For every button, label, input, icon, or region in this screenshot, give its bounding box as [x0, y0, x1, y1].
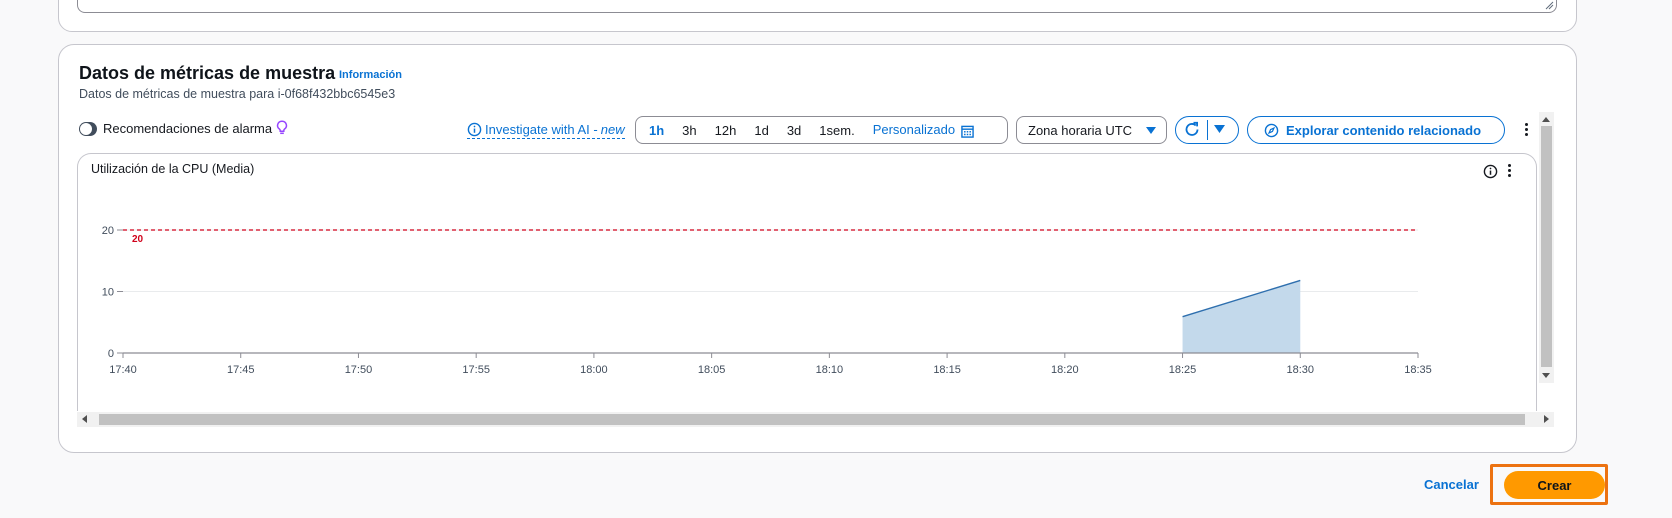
- create-button[interactable]: Crear: [1504, 471, 1605, 499]
- cpu-utilization-widget: Utilización de la CPU (Media) 0 10 20 17:40…: [77, 153, 1537, 411]
- panel-more-actions-icon[interactable]: [1525, 123, 1529, 137]
- panel-subtitle: Datos de métricas de muestra para i-0f68…: [79, 87, 396, 101]
- range-option-1h[interactable]: 1h: [636, 123, 673, 138]
- horizontal-scrollbar[interactable]: [77, 412, 1554, 427]
- alarm-recommendations-label: Recomendaciones de alarma: [103, 121, 273, 136]
- timezone-label: Zona horaria UTC: [1028, 122, 1133, 138]
- range-option-3h[interactable]: 3h: [673, 123, 705, 138]
- y-tick-label: 0: [108, 348, 114, 360]
- x-tick-label: 18:15: [933, 364, 961, 376]
- info-link[interactable]: Información: [339, 69, 402, 81]
- resize-grip-icon[interactable]: [1544, 0, 1554, 10]
- x-tick-label: 18:30: [1287, 364, 1315, 376]
- custom-range-label: Personalizado: [872, 122, 956, 138]
- timezone-select[interactable]: Zona horaria UTC: [1016, 116, 1167, 144]
- range-option-custom[interactable]: Personalizado: [864, 122, 983, 137]
- vertical-scrollbar[interactable]: [1539, 112, 1554, 383]
- refresh-icon[interactable]: [1183, 121, 1201, 139]
- explore-related-button[interactable]: Explorar contenido relacionado: [1247, 116, 1505, 144]
- refresh-divider: [1207, 120, 1208, 140]
- time-range-selector: 1h 3h 12h 1d 3d 1sem. Personalizado: [635, 116, 1008, 144]
- x-tick-label: 18:05: [698, 364, 726, 376]
- x-tick-label: 18:35: [1404, 364, 1432, 376]
- x-tick-label: 18:20: [1051, 364, 1079, 376]
- sample-metrics-panel: Datos de métricas de muestra Información…: [58, 44, 1577, 453]
- horizontal-scroll-thumb[interactable]: [99, 414, 1525, 425]
- x-tick-label: 17:55: [462, 364, 490, 376]
- range-option-12h[interactable]: 12h: [706, 123, 746, 138]
- cancel-button[interactable]: Cancelar: [1424, 477, 1479, 492]
- investigate-with-ai-link[interactable]: Investigate with AI - new: [467, 120, 625, 139]
- caret-down-icon: [1146, 127, 1156, 134]
- threshold-label: 20: [132, 234, 144, 245]
- x-tick-label: 17:45: [227, 364, 255, 376]
- new-badge: new: [600, 121, 625, 137]
- cpu-chart: 0 10 20 17:40 17:45 17:50 17:55 18:00 18:05 18:10…: [102, 225, 1432, 376]
- x-tick-label: 18:25: [1169, 364, 1197, 376]
- x-tick-label: 18:00: [580, 364, 608, 376]
- compass-icon: [1264, 123, 1279, 137]
- refresh-options-caret-icon[interactable]: [1214, 125, 1225, 133]
- scroll-left-arrow-icon[interactable]: [82, 415, 87, 423]
- description-textarea[interactable]: [77, 0, 1557, 13]
- refresh-button-group: [1175, 116, 1239, 144]
- scroll-down-arrow-icon[interactable]: [1542, 373, 1550, 378]
- investigate-label: Investigate with AI -: [485, 121, 598, 137]
- range-option-1w[interactable]: 1sem.: [810, 123, 863, 138]
- y-tick-label: 10: [102, 287, 114, 299]
- range-option-3d[interactable]: 3d: [778, 123, 810, 138]
- alarm-recommendations-toggle[interactable]: [79, 122, 97, 136]
- info-circle-icon: [467, 122, 482, 136]
- range-option-1d[interactable]: 1d: [745, 123, 777, 138]
- previous-section-card: [58, 0, 1577, 32]
- y-tick-label: 20: [102, 225, 114, 237]
- x-tick-label: 17:50: [345, 364, 373, 376]
- scroll-up-arrow-icon[interactable]: [1542, 117, 1550, 122]
- vertical-scroll-thumb[interactable]: [1541, 126, 1552, 367]
- panel-title: Datos de métricas de muestra: [79, 63, 336, 83]
- scroll-right-arrow-icon[interactable]: [1544, 415, 1549, 423]
- x-tick-label: 18:10: [816, 364, 844, 376]
- lightbulb-icon: [276, 120, 288, 135]
- explore-related-label: Explorar contenido relacionado: [1286, 122, 1482, 138]
- x-tick-label: 17:40: [109, 364, 137, 376]
- calendar-icon: [960, 125, 974, 138]
